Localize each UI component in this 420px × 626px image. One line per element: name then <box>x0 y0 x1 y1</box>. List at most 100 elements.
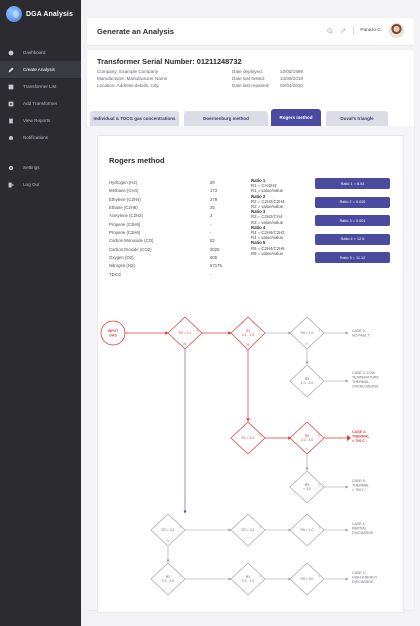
logout-icon <box>8 182 14 188</box>
flow-edges <box>166 331 349 581</box>
sidebar-item-dashboard[interactable]: Dashboard <box>0 44 81 61</box>
sidebar-item-view-reports[interactable]: View Reports <box>0 112 81 129</box>
sidebar-item-settings[interactable]: Settings <box>0 159 81 176</box>
case-line: NO FAULT <box>352 334 370 338</box>
rogers-panel: Rogers method Hydrogen (H2) 20 Methane (C… <box>97 135 404 613</box>
case-line: DISCHARGE <box>352 580 374 584</box>
gas-concentrations: Hydrogen (H2) 20 Methane (CH4) 173 Ethylen… <box>109 179 250 279</box>
case-line: HIGH-ENERGY <box>352 576 378 580</box>
decision-label: 0.1 - 1.0 <box>242 333 255 337</box>
sidebar-item-notifications[interactable]: Notifications <box>0 129 81 146</box>
user-name[interactable]: Panaro C. <box>360 28 382 33</box>
sidebar-item-log-out[interactable]: Log Out <box>0 176 81 193</box>
gas-name: TDCG <box>109 271 122 277</box>
gas-name: Acetylene (C2H2) <box>109 213 143 219</box>
gas-row: Carbon Dioxide (CO2) 3025 <box>109 246 250 254</box>
ratio-1-badge: Ratio 1 = 8.54 <box>315 178 390 189</box>
gas-name: Methane (CH4) <box>109 188 139 194</box>
gas-value: 20 <box>210 180 215 185</box>
tab-individual-tdcg[interactable]: Individual & TDCG gas concentrations <box>90 111 179 126</box>
transformer-dates: Date deployed: 10/06/1999 Date last teste… <box>232 69 303 89</box>
gas-value: 173 <box>210 188 218 194</box>
flow-decision-i: R2 > 0.1 <box>230 513 266 547</box>
decision-label: R1 > 1.0 <box>242 436 255 440</box>
decision-label: R5 < 1.0 <box>301 331 314 335</box>
gas-name: Carbon Monoxide (CO) <box>109 238 154 244</box>
date-deployed: 10/06/1999 <box>280 69 303 74</box>
flow-start-node: INPUT GAS <box>100 320 126 346</box>
tab-rogers[interactable]: Rogers method <box>271 109 321 126</box>
settings-icon[interactable] <box>340 28 346 34</box>
sidebar-item-label: Dashboard <box>23 50 46 55</box>
case-line: CASE 5: <box>352 479 366 483</box>
highlight-arrowhead <box>347 435 351 441</box>
gas-value: 605 <box>210 255 218 261</box>
gas-row: Ethane (C2H6) 25 <box>109 204 250 212</box>
ratio-results: Ratio 1 = 8.54 Ratio 2 = 0.005 Ratio 3 =… <box>315 178 390 271</box>
company: Company: Example Company <box>97 69 159 74</box>
date-last-repaired-label: Date last repaired: <box>232 82 270 88</box>
ratio-value-line: R1 = value/value <box>251 188 284 194</box>
decision-label: R2 < 0.1 <box>179 331 192 335</box>
rogers-flowchart: INPUT GAS R2 < 0.1 R1 0.1 - 1.0 R5 < 1.0 <box>100 316 379 596</box>
flow-outcomes: CASE 0: NO FAULT CASE 3: LOW TEMPERATURE… <box>352 329 379 584</box>
sidebar-item-transformer-list[interactable]: Transformer List <box>0 78 81 95</box>
case-line: CASE 4: <box>352 430 366 434</box>
gas-row: Ethylene (C2H4) 279 <box>109 196 250 204</box>
flow-decision-k: R2 0.1 - 3.0 <box>150 562 186 596</box>
gas-row: Nitrogen (N2) 67175 <box>109 262 250 270</box>
avatar[interactable] <box>389 23 404 38</box>
sidebar-item-create-analysis[interactable]: Create Analysis <box>0 61 81 78</box>
gas-row: Propene (C3H6) - <box>109 229 250 237</box>
decision-label: R2 > 0.1 <box>242 528 255 532</box>
tab-doernenburg[interactable]: Doernenburg method <box>184 111 268 126</box>
case-0: CASE 0: NO FAULT <box>352 329 370 338</box>
tab-panel: Rogers method Hydrogen (H2) 20 Methane (C… <box>87 126 414 613</box>
ratio-3: Ratio 3 R3 = C2H2/CH4 R3 = value/value <box>251 209 285 225</box>
gas-value: 82 <box>210 238 215 244</box>
sidebar-item-label: Transformer List <box>23 84 57 89</box>
gas-name: Oxygen (O2) <box>109 255 134 261</box>
gas-row: Oxygen (O2) 605 <box>109 254 250 262</box>
manufacturer: Manufacturer: Manufacturer Name <box>97 75 168 81</box>
gas-row: TDCG - <box>109 271 250 279</box>
decision-label: R2 > 0.1 <box>162 528 175 532</box>
sidebar-item-label: Settings <box>23 165 40 170</box>
ratio-4-badge: Ratio 4 = 12.5 <box>315 233 390 245</box>
gear-icon <box>8 165 14 171</box>
case-line: TEMPERATURE <box>352 376 379 380</box>
gas-row: Acetylene (C2H2) 2 <box>109 212 250 220</box>
decision-label: 0.1 - 3.0 <box>162 579 175 583</box>
case-line: CASE 2: <box>352 571 366 575</box>
tab-duval[interactable]: Duval's triangle <box>326 111 388 126</box>
ratio-4: Ratio 4 R4 = C2H6/C2H2 R4 = value/value <box>251 225 285 241</box>
sidebar-item-label: View Reports <box>23 118 51 123</box>
gas-name: Ethane (C2H6) <box>109 205 138 211</box>
decision-label: 1.0 - 3.0 <box>301 381 314 385</box>
report-icon <box>8 118 14 124</box>
decision-label: R5 < 1.0 <box>301 528 314 532</box>
sidebar-item-add-transformer[interactable]: Add Transformer <box>0 95 81 112</box>
ratio-formula: R3 = C2H2/CH4 <box>251 214 283 220</box>
sidebar-item-label: Log Out <box>23 182 40 187</box>
section-title: Rogers method <box>109 156 165 165</box>
date-last-repaired: 02/04/2010 <box>280 82 303 88</box>
add-icon <box>8 101 14 107</box>
gas-value: 25 <box>210 205 215 211</box>
case-line: THERMAL <box>352 380 369 384</box>
gas-value: - <box>210 271 212 277</box>
edit-icon <box>8 67 14 73</box>
ratio-value-line: R5 = value/value <box>251 250 284 256</box>
flow-decision-g: R5 > 3.0 <box>289 470 325 504</box>
gas-name: Carbon Dioxide (CO2) <box>109 246 152 252</box>
case-line: OVERLOADING <box>352 385 379 389</box>
app-logo[interactable]: DGA Analysis <box>6 6 73 22</box>
gas-row: Propene (C3H6) - <box>109 221 250 229</box>
case-line: CASE 0: <box>352 329 366 333</box>
search-icon[interactable] <box>327 27 333 34</box>
gas-name: Nitrogen (N2) <box>109 263 135 269</box>
flow-decision-j: R5 < 1.0 <box>289 513 325 547</box>
date-deployed-label: Date deployed: <box>232 69 263 74</box>
gas-row: Methane (CH4) 173 <box>109 187 250 195</box>
header-divider <box>352 26 354 35</box>
